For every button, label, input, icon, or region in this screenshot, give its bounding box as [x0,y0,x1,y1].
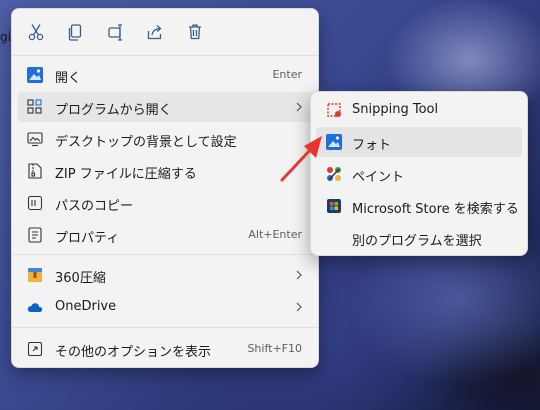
zip-icon [28,163,42,179]
menu-item-label: その他のオプションを表示 [55,345,212,360]
submenu-item-label: ペイント [352,170,405,185]
delete-button[interactable] [183,21,207,43]
store-icon [327,199,341,213]
annotation-arrow-icon [280,136,322,182]
menu-item-onedrive[interactable]: OneDrive [18,292,312,322]
archive-360-icon [28,268,42,282]
submenu-item-paint[interactable]: ペイント [316,159,522,189]
rename-button[interactable] [104,21,128,43]
share-icon [147,25,162,40]
chevron-right-icon [296,102,302,112]
photos-icon [326,134,342,150]
menu-item-more-options[interactable]: その他のオプションを表示 Shift+F10 [18,334,312,364]
menu-item-label: 360圧縮 [55,271,106,286]
submenu-item-snipping-tool[interactable]: Snipping Tool [316,95,522,125]
chevron-right-icon [296,302,302,312]
shortcut-text: Enter [272,68,302,81]
submenu-item-microsoft-store[interactable]: Microsoft Store を検索する [316,191,522,221]
shortcut-text: Alt+Enter [248,228,302,241]
context-menu-toolbar [12,9,318,55]
open-with-submenu: Snipping Tool フォト ペイント Microsoft Store を… [310,91,528,256]
menu-item-label: デスクトップの背景として設定 [55,135,237,150]
scissors-icon [28,24,44,41]
menu-item-set-background[interactable]: デスクトップの背景として設定 [18,124,312,154]
submenu-item-label: Snipping Tool [352,102,439,117]
menu-item-label: パスのコピー [55,199,134,214]
submenu-item-label: Microsoft Store を検索する [352,202,519,217]
menu-item-label: OneDrive [55,299,117,314]
menu-item-label: プログラムから開く [55,103,172,118]
submenu-item-photos[interactable]: フォト [316,127,522,157]
properties-icon [28,227,42,243]
submenu-item-choose-other-app[interactable]: 別のプログラムを選択 [316,223,522,253]
menu-item-copy-path[interactable]: パスのコピー [18,188,312,218]
photos-icon [27,67,43,83]
cloud-icon [27,303,43,312]
copy-button[interactable] [63,21,87,43]
more-options-icon [27,341,43,357]
menu-item-compress-zip[interactable]: ZIP ファイルに圧縮する [18,156,312,186]
menu-item-open[interactable]: 開く Enter [18,60,312,90]
divider [12,55,318,56]
divider [12,254,318,255]
menu-item-properties[interactable]: プロパティ Alt+Enter [18,220,312,250]
chevron-right-icon [296,270,302,280]
divider [12,327,318,328]
menu-item-label: 開く [55,71,82,86]
trash-icon [189,24,201,40]
cut-button[interactable] [24,21,48,43]
shortcut-text: Shift+F10 [247,342,302,355]
menu-item-360-compress[interactable]: 360圧縮 [18,260,312,290]
share-button[interactable] [143,21,167,43]
menu-item-label: プロパティ [55,231,120,246]
submenu-item-label: 別のプログラムを選択 [352,234,482,249]
copy-path-icon [27,195,43,211]
paint-icon [327,167,341,181]
rename-icon [108,23,122,41]
wallpaper-icon [27,132,43,147]
menu-item-open-with[interactable]: プログラムから開く [18,92,312,122]
submenu-item-label: フォト [352,138,392,153]
desktop-text-fragment: gi [0,30,11,44]
open-with-icon [27,99,42,114]
menu-item-label: ZIP ファイルに圧縮する [55,167,197,182]
snipping-tool-icon [327,103,341,117]
copy-icon [68,23,82,41]
context-menu: 開く Enter プログラムから開く デスクトップの背景として設定 ZIP ファ… [11,8,319,368]
